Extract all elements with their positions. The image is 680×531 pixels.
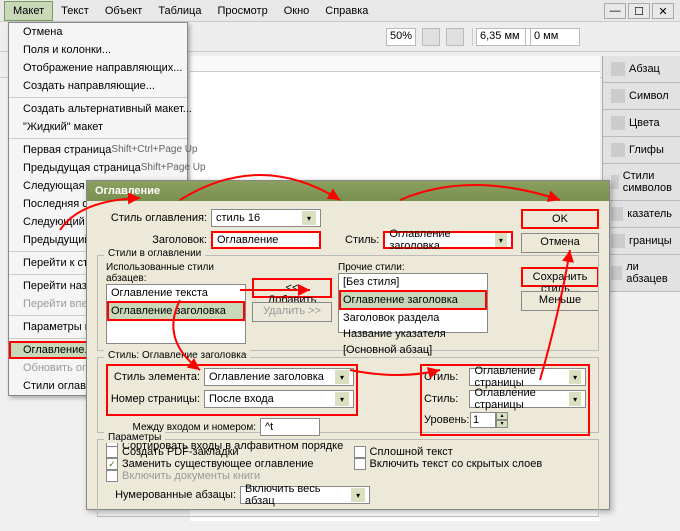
heading-input[interactable]: Оглавление — [211, 231, 321, 249]
hidden-checkbox[interactable] — [354, 458, 366, 470]
menubar: Макет Текст Объект Таблица Просмотр Окно… — [0, 0, 680, 22]
measure-2[interactable]: 0 мм — [530, 28, 580, 46]
list-item[interactable]: [Основной абзац] — [339, 342, 487, 358]
menu-item[interactable]: Поля и колонки... — [9, 41, 187, 59]
solid-checkbox[interactable] — [354, 446, 366, 458]
panel-tab[interactable]: границы — [603, 228, 680, 255]
list-item[interactable]: Оглавление текста — [107, 285, 245, 301]
panel-tab[interactable]: Символ — [603, 83, 680, 110]
between-label: Между входом и номером: — [106, 422, 256, 433]
panel-tab[interactable]: Цвета — [603, 110, 680, 137]
tool-icon[interactable] — [422, 28, 440, 46]
menu-text[interactable]: Текст — [53, 2, 97, 20]
menu-item[interactable]: Создать направляющие... — [9, 77, 187, 95]
panel-tab[interactable]: казатель — [603, 201, 680, 228]
panel-tab[interactable]: Абзац — [603, 56, 680, 83]
list-item[interactable]: Заголовок раздела — [339, 310, 487, 326]
dialog-title: Оглавление — [87, 181, 609, 201]
style3-label: Стиль: — [424, 371, 465, 383]
num-para-label: Нумерованные абзацы: — [106, 489, 236, 501]
group-elem-title: Стиль: Оглавление заголовка — [104, 350, 250, 361]
hidden-label: Включить текст со скрытых слоев — [370, 458, 543, 470]
solid-label: Сплошной текст — [370, 446, 453, 458]
cancel-button[interactable]: Отмена — [521, 233, 599, 253]
menu-item[interactable]: Отмена — [9, 23, 187, 41]
tool-icon[interactable] — [446, 28, 464, 46]
toc-dialog: Оглавление OK Отмена Сохранить стиль... … — [86, 180, 610, 510]
elem-style-label: Стиль элемента: — [110, 371, 200, 383]
menu-item[interactable]: Первая страницаShift+Ctrl+Page Up — [9, 141, 187, 159]
add-button[interactable]: << Добавить — [252, 278, 332, 298]
style4-label: Стиль: — [424, 393, 465, 405]
book-checkbox — [106, 470, 118, 482]
group-styles-title: Стили в оглавлении — [104, 248, 205, 259]
level-label: Уровень: — [424, 414, 466, 426]
menu-item[interactable]: Предыдущая страницаShift+Page Up — [9, 159, 187, 177]
list-item[interactable]: Название указателя — [339, 326, 487, 342]
zoom-field[interactable]: 50% — [386, 28, 416, 46]
page-num-select[interactable]: После входа▾ — [204, 390, 354, 408]
replace-checkbox[interactable]: ✓ — [106, 458, 118, 470]
menu-window[interactable]: Окно — [276, 2, 318, 20]
list-item[interactable]: Оглавление заголовка — [339, 290, 487, 310]
minimize-button[interactable]: — — [604, 3, 626, 19]
horizontal-ruler — [190, 56, 600, 72]
between-input[interactable]: ^t — [260, 418, 320, 436]
list-item[interactable]: [Без стиля] — [339, 274, 487, 290]
pdf-checkbox[interactable] — [106, 446, 118, 458]
pdf-label: Создать PDF-закладки — [122, 446, 239, 458]
list-item[interactable]: Оглавление заголовка — [107, 301, 245, 321]
panel-tab[interactable]: Стили символов — [603, 164, 680, 201]
toolbar-measurements: 6,35 мм 0 мм — [476, 28, 580, 46]
measure-1[interactable]: 6,35 мм — [476, 28, 526, 46]
used-styles-list[interactable]: Оглавление текста Оглавление заголовка — [106, 284, 246, 344]
num-para-select[interactable]: Включить весь абзац▾ — [240, 486, 370, 504]
other-styles-list[interactable]: [Без стиля] Оглавление заголовка Заголов… — [338, 273, 488, 333]
style3-select[interactable]: Оглавление страницы▾ — [469, 368, 586, 386]
heading-label: Заголовок: — [97, 234, 207, 246]
remove-button[interactable]: Удалить >> — [252, 302, 332, 322]
style4-select[interactable]: Оглавление страницы▾ — [469, 390, 586, 408]
menu-view[interactable]: Просмотр — [209, 2, 275, 20]
panel-stack: АбзацСимволЦветаГлифыСтили символовказат… — [602, 56, 680, 292]
level-spinner[interactable]: ▴▾ — [470, 412, 508, 428]
menu-table[interactable]: Таблица — [150, 2, 209, 20]
book-label: Включить документы книги — [122, 470, 260, 482]
used-styles-label: Использованные стили абзацев: — [106, 262, 246, 284]
window-controls: — ☐ ✕ — [604, 3, 674, 19]
heading-style-select[interactable]: Оглавление заголовка▾ — [383, 231, 513, 249]
ok-button[interactable]: OK — [521, 209, 599, 229]
panel-tab[interactable]: ли абзацев — [603, 255, 680, 292]
style-label: Стиль оглавления: — [97, 212, 207, 224]
page-num-label: Номер страницы: — [110, 393, 200, 405]
menu-object[interactable]: Объект — [97, 2, 150, 20]
group-params-title: Параметры — [104, 432, 165, 443]
style2-label: Стиль: — [345, 234, 379, 246]
replace-label: Заменить существующее оглавление — [122, 458, 314, 470]
toc-style-select[interactable]: стиль 16▾ — [211, 209, 321, 227]
menu-help[interactable]: Справка — [317, 2, 376, 20]
close-button[interactable]: ✕ — [652, 3, 674, 19]
menu-item[interactable]: "Жидкий" макет — [9, 118, 187, 136]
menu-layout[interactable]: Макет — [4, 1, 53, 21]
elem-style-select[interactable]: Оглавление заголовка▾ — [204, 368, 354, 386]
maximize-button[interactable]: ☐ — [628, 3, 650, 19]
menu-item[interactable]: Создать альтернативный макет... — [9, 100, 187, 118]
panel-tab[interactable]: Глифы — [603, 137, 680, 164]
menu-item[interactable]: Отображение направляющих... — [9, 59, 187, 77]
other-styles-label: Прочие стили: — [338, 262, 488, 273]
